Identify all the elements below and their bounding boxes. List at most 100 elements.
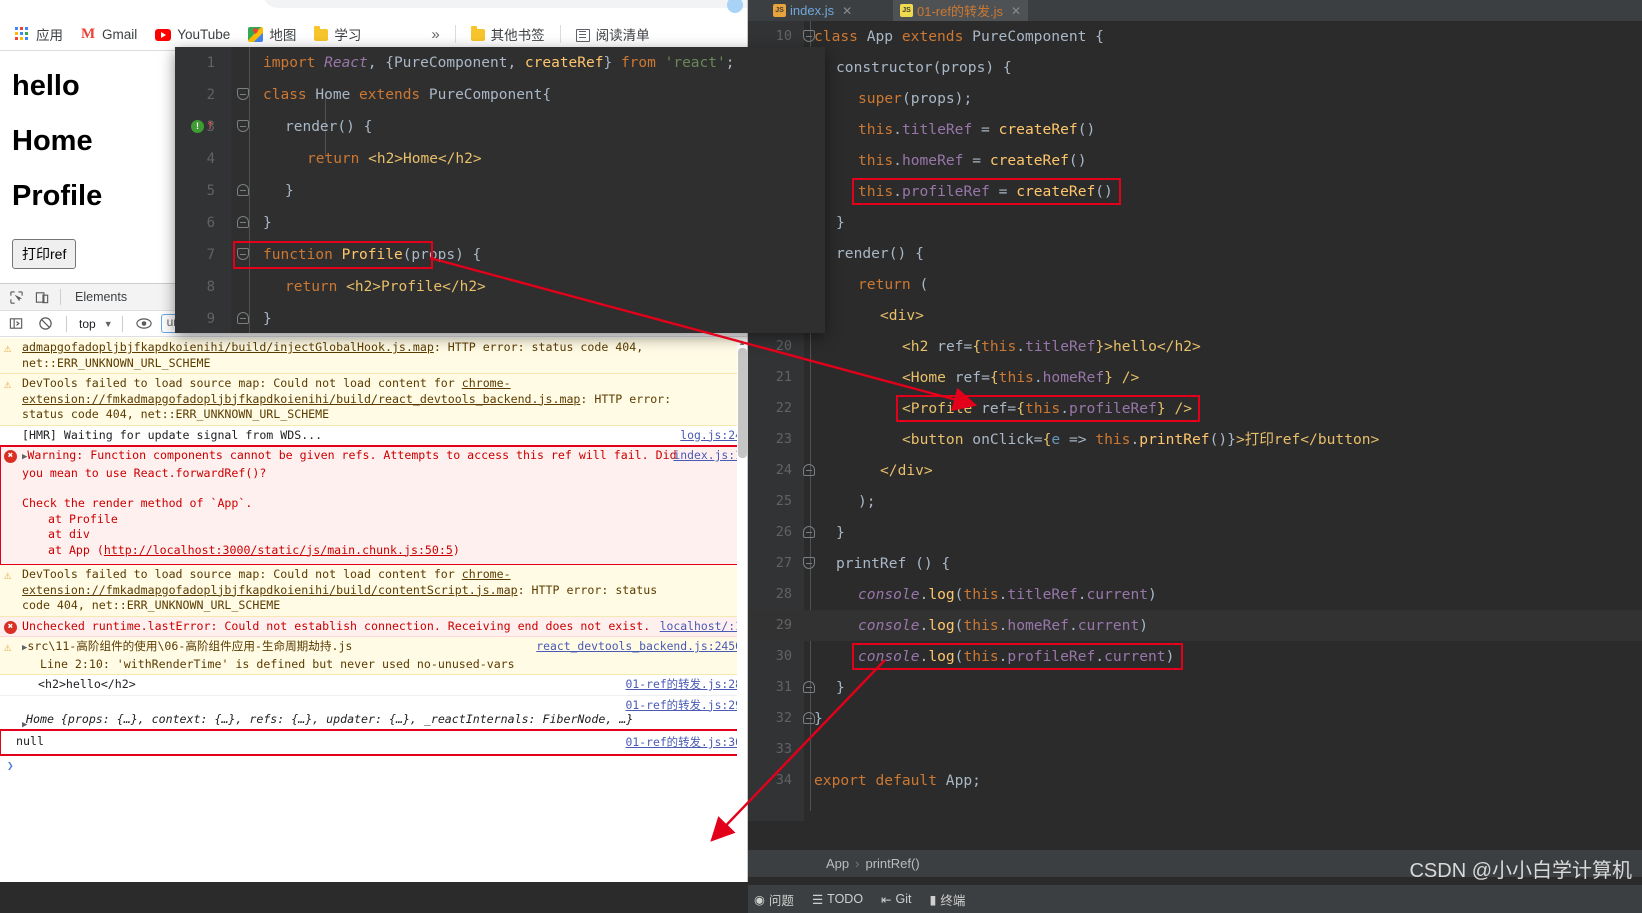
code-fold-icon[interactable] [803, 557, 816, 570]
code-line[interactable]: 19<div> [748, 300, 1642, 331]
code-line[interactable]: 17render() { [748, 238, 1642, 269]
code-fold-icon[interactable] [803, 526, 816, 539]
bookmark-overflow-button[interactable]: » [422, 23, 448, 46]
breadcrumb-item-class[interactable]: App [826, 856, 849, 871]
console-source-link[interactable]: 01-ref的转发.js:30 [626, 735, 742, 751]
code-fold-icon[interactable] [803, 681, 816, 694]
code-line[interactable]: 31} [748, 672, 1642, 703]
code-line[interactable]: 4 return <h2>Home</h2> [175, 143, 825, 175]
console-message[interactable]: [HMR] Waiting for update signal from WDS… [0, 425, 747, 446]
code-fold-icon[interactable] [237, 184, 250, 197]
editor-tab-index-js[interactable]: JS index.js ✕ [766, 0, 859, 21]
code-line[interactable]: 2 class Home extends PureComponent{ [175, 79, 825, 111]
console-source-link[interactable]: 01-ref的转发.js:29 [626, 698, 742, 714]
code-line[interactable]: 25); [748, 486, 1642, 517]
status-git[interactable]: ⇤ Git [881, 892, 911, 907]
clear-console-icon[interactable] [33, 313, 57, 335]
console-source-link[interactable]: react_devtools_backend.js:2450 [536, 639, 742, 655]
code-line[interactable]: 33 [748, 734, 1642, 765]
run-gutter-icon[interactable]: ! [191, 120, 204, 133]
status-terminal[interactable]: ▮ 终端 [930, 890, 966, 909]
editor-tab-ref-forward-js[interactable]: JS 01-ref的转发.js ✕ [893, 0, 1029, 21]
code-line[interactable]: 28 console.log(this.titleRef.current) [748, 579, 1642, 610]
tab-elements[interactable]: Elements [67, 287, 135, 307]
code-fold-icon[interactable] [237, 312, 250, 325]
code-line[interactable]: 5} [175, 175, 825, 207]
code-line[interactable]: 1 import React, {PureComponent, createRef… [175, 47, 825, 79]
code-fold-icon[interactable] [237, 216, 250, 229]
console-message[interactable]: ⚠ DevTools failed to load source map: Co… [0, 565, 747, 617]
status-todo[interactable]: ☰ TODO [812, 892, 863, 907]
code-line[interactable]: 12super(props); [748, 83, 1642, 114]
console-source-link[interactable]: 01-ref的转发.js:28 [626, 677, 742, 693]
code-line[interactable]: 26} [748, 517, 1642, 548]
bookmark-maps[interactable]: 地图 [239, 21, 305, 47]
code-line[interactable]: 8 return <h2>Profile</h2> [175, 271, 825, 303]
code-line[interactable]: 3! ↑ render() { [175, 111, 825, 143]
code-fold-icon[interactable] [803, 464, 816, 477]
floating-code-snippet-window[interactable]: 1 import React, {PureComponent, createRef… [175, 47, 825, 333]
console-source-link[interactable]: log.js:24 [680, 428, 742, 444]
scrollbar-thumb[interactable] [738, 348, 747, 458]
bookmark-reading-list[interactable]: 阅读清单 [567, 21, 659, 47]
code-fold-icon[interactable] [237, 120, 250, 133]
code-line[interactable]: 22 <Profile ref={this.profileRef} /> [748, 393, 1642, 424]
console-input-prompt[interactable] [0, 755, 747, 774]
code-line[interactable]: 15this.profileRef = createRef() [748, 176, 1642, 207]
console-sidebar-icon[interactable] [4, 313, 28, 335]
print-ref-button[interactable]: 打印ref [12, 239, 77, 269]
bookmark-youtube[interactable]: YouTube [146, 24, 239, 45]
profile-avatar[interactable] [727, 0, 743, 13]
device-toolbar-icon[interactable] [30, 286, 54, 308]
breadcrumb-item-method[interactable]: printRef() [865, 856, 919, 871]
console-message-null[interactable]: null 01-ref的转发.js:30 [0, 729, 747, 756]
console-message[interactable]: ⚠ DevTools failed to load source map: Co… [0, 374, 747, 426]
scroll-up-arrow-icon[interactable]: ▲ [738, 338, 746, 347]
code-line[interactable]: 16} [748, 207, 1642, 238]
code-line[interactable]: 29 console.log(this.homeRef.current) [748, 610, 1642, 641]
code-fold-icon[interactable] [237, 88, 250, 101]
stack-frame-link[interactable]: http://localhost:3000/static/js/main.chu… [104, 543, 453, 557]
bookmark-other-bookmarks[interactable]: 其他书签 [462, 21, 554, 47]
close-icon[interactable]: ✕ [842, 4, 852, 18]
console-message-list[interactable]: ⚠ admapgofadopljbjfkapdkoienihi/build/in… [0, 338, 747, 882]
code-line[interactable]: 24 </div> [748, 455, 1642, 486]
bookmark-apps[interactable]: 应用 [6, 21, 72, 47]
code-line[interactable]: 13this.titleRef = createRef() [748, 114, 1642, 145]
code-line[interactable]: 9} [175, 303, 825, 333]
console-message-object[interactable]: ▶ Home {props: {…}, context: {…}, refs: … [0, 695, 747, 730]
console-message[interactable]: ⚠ admapgofadopljbjfkapdkoienihi/build/in… [0, 338, 747, 374]
code-line[interactable]: 27 printRef () { [748, 548, 1642, 579]
code-line[interactable]: 34 export default App; [748, 765, 1642, 796]
bookmark-gmail[interactable]: M Gmail [72, 24, 146, 45]
code-line[interactable]: 18return ( [748, 269, 1642, 300]
code-line[interactable]: 11constructor(props) { [748, 52, 1642, 83]
code-line[interactable]: 21 <Home ref={this.homeRef} /> [748, 362, 1642, 393]
code-line[interactable]: 32} [748, 703, 1642, 734]
close-icon[interactable]: ✕ [1011, 4, 1021, 18]
code-fold-icon[interactable] [237, 248, 250, 261]
status-problems[interactable]: ◉ 问题 [754, 890, 794, 909]
code-line[interactable]: 6} [175, 207, 825, 239]
code-line[interactable]: 10 class App extends PureComponent { [748, 21, 1642, 52]
address-bar[interactable] [263, 0, 747, 8]
console-message[interactable]: ✖ Unchecked runtime.lastError: Could not… [0, 616, 747, 637]
console-message[interactable]: ⚠ ▶src\11-高阶组件的使用\06-高阶组件应用-生命周期劫持.js re… [0, 637, 747, 675]
execution-context-selector[interactable]: top [76, 316, 99, 332]
code-line[interactable]: 30 console.log(this.profileRef.current) [748, 641, 1642, 672]
bookmark-study-folder[interactable]: 学习 [305, 21, 370, 47]
console-message[interactable]: <h2>hello</h2> 01-ref的转发.js:28 [0, 675, 747, 696]
inspect-element-icon[interactable] [4, 286, 28, 308]
eye-live-expression-icon[interactable] [132, 313, 156, 335]
console-message-react-warning[interactable]: ✖ ▶Warning: Function components cannot b… [0, 445, 747, 566]
console-scrollbar[interactable]: ▲ [737, 338, 747, 882]
console-source-link[interactable]: localhost/:1 [660, 619, 742, 635]
code-line[interactable]: 23 <button onClick={e => this.printRef()}… [748, 424, 1642, 455]
stack-frame: at div [48, 527, 90, 541]
console-source-link[interactable]: index.js:1 [673, 448, 742, 464]
folder-icon [470, 26, 485, 41]
code-line[interactable]: 7 function Profile(props) { [175, 239, 825, 271]
code-line[interactable]: 20 <h2 ref={this.titleRef}>hello</h2> [748, 331, 1642, 362]
code-editor[interactable]: 10class App extends PureComponent {11con… [748, 21, 1642, 821]
code-line[interactable]: 14this.homeRef = createRef() [748, 145, 1642, 176]
